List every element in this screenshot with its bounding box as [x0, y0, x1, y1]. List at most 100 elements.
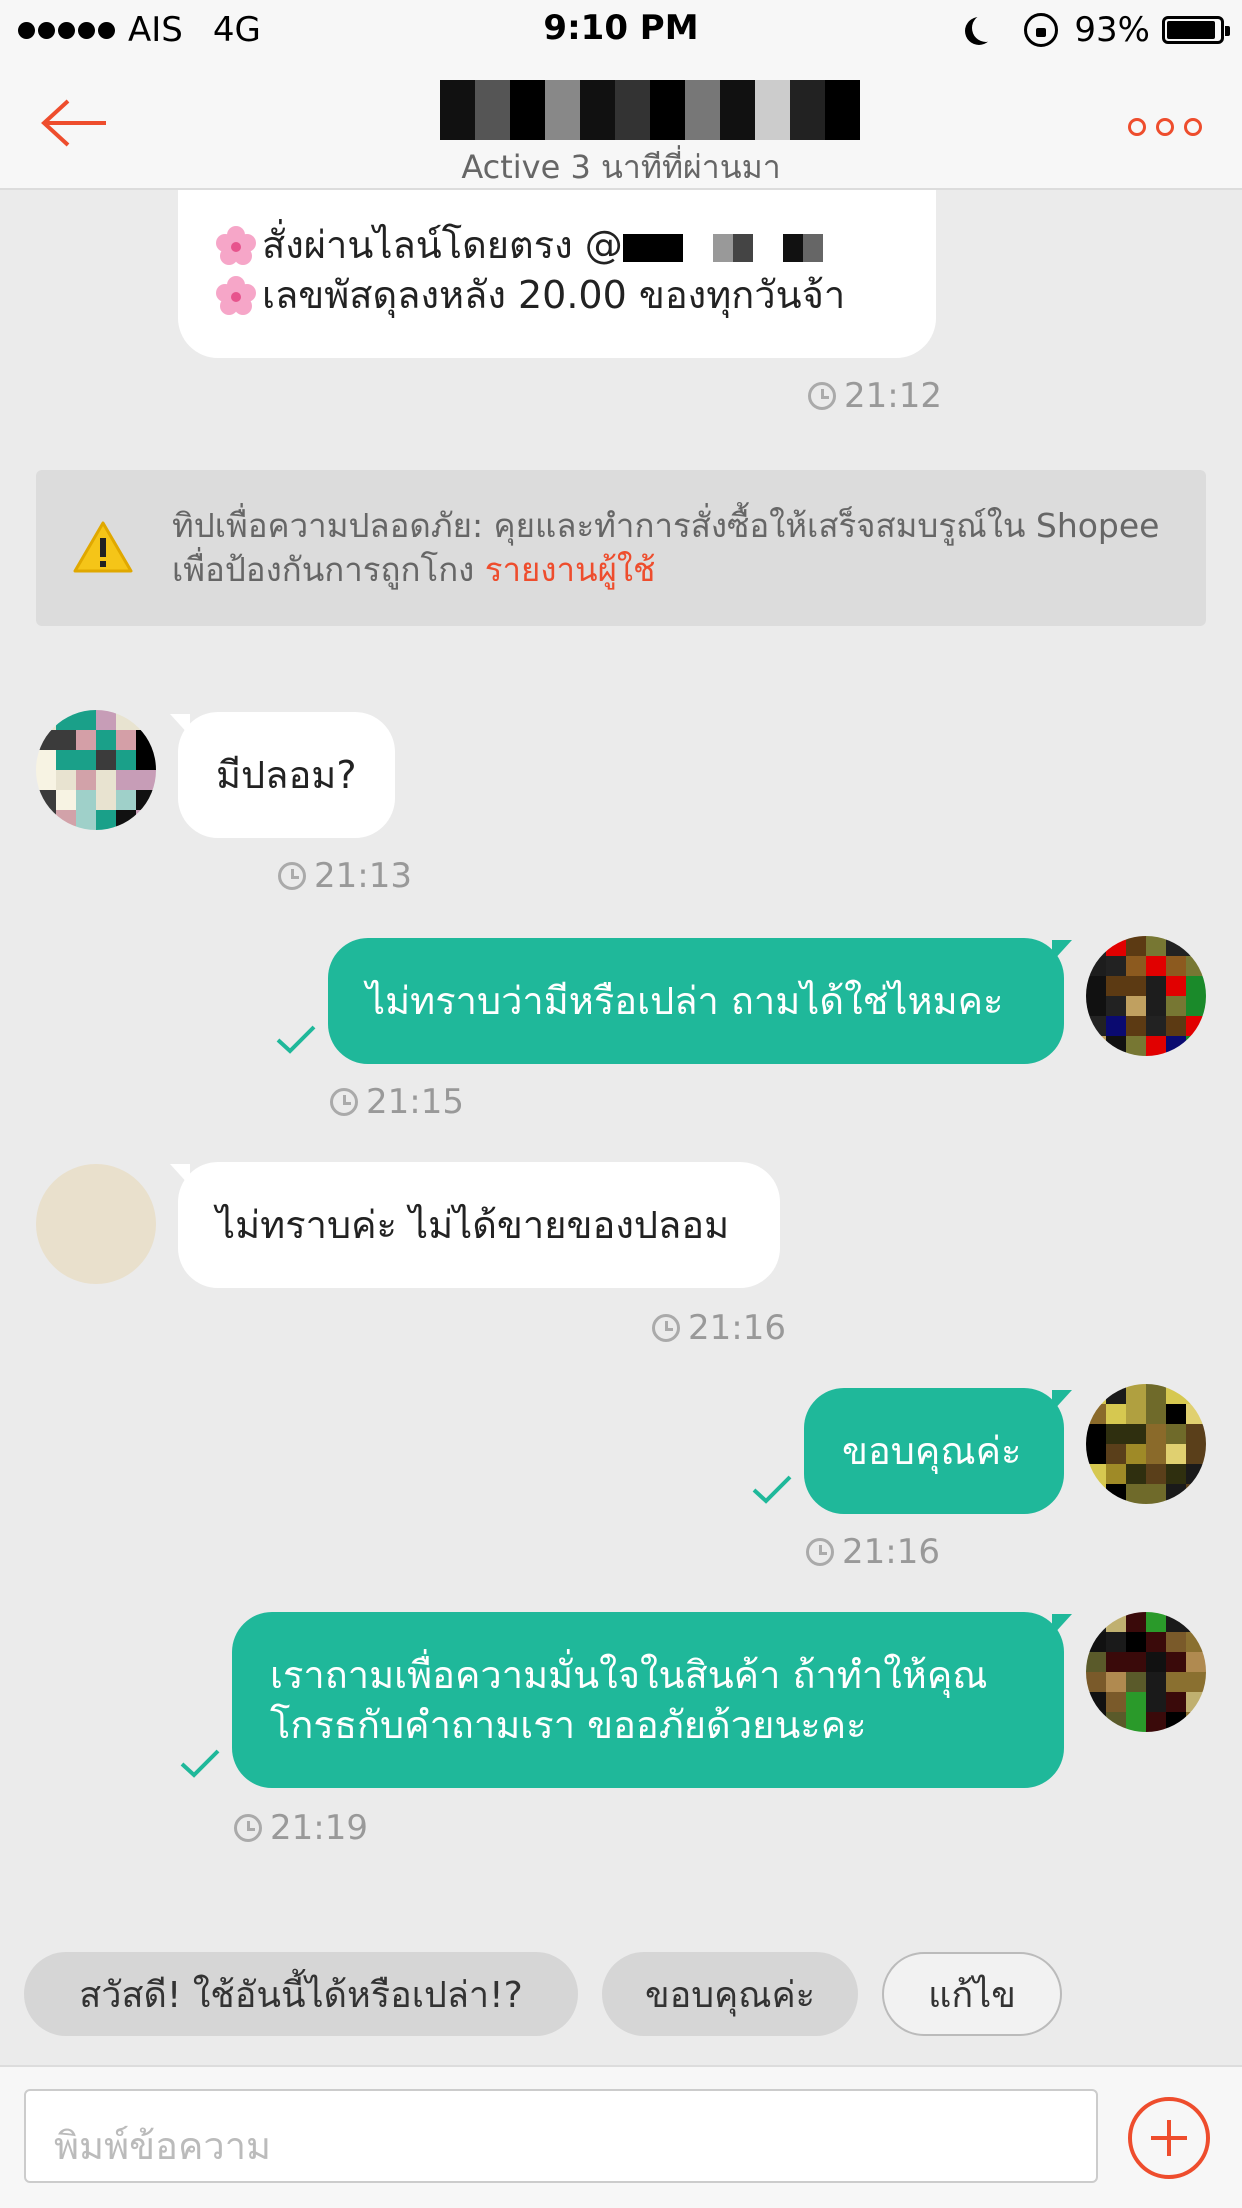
avatar-pixel	[1106, 1384, 1126, 1404]
avatar-pixel	[1186, 996, 1206, 1016]
avatar-pixel	[1166, 976, 1186, 996]
avatar-pixel	[1186, 1424, 1206, 1444]
avatar-pixel	[136, 1244, 156, 1264]
avatar-pixel	[1146, 1036, 1166, 1056]
avatar-pixel	[1166, 1404, 1186, 1424]
battery-icon	[1162, 16, 1230, 44]
avatar-pixel	[36, 1244, 56, 1264]
safety-tip: ทิปเพื่อความปลอดภัย: คุยและทำการสั่งซื้อ…	[36, 470, 1206, 626]
check-icon	[276, 1025, 316, 1054]
avatar-pixel	[36, 710, 56, 730]
avatar-pixel	[1186, 956, 1206, 976]
message-text: เลขพัสดุลงหลัง 20.00 ของทุกวันจ้า	[262, 273, 846, 317]
avatar-pixel	[1146, 936, 1166, 956]
avatar-pixel	[1146, 1672, 1166, 1692]
avatar-pixel	[1126, 996, 1146, 1016]
avatar-pixel	[1086, 1672, 1106, 1692]
quick-reply-thanks[interactable]: ขอบคุณค่ะ	[602, 1952, 858, 2036]
avatar-pixel	[1106, 1652, 1126, 1672]
avatar-pixel	[116, 790, 136, 810]
avatar-pixel	[1186, 1712, 1206, 1732]
avatar-pixel	[1166, 956, 1186, 976]
plus-icon[interactable]	[1128, 2097, 1210, 2179]
bubble-tail	[1052, 940, 1072, 962]
avatar-pixel	[56, 1164, 76, 1184]
message-bubble: เราถามเพื่อความมั่นใจในสินค้า ถ้าทำให้คุ…	[232, 1612, 1064, 1788]
avatar-pixel	[1086, 1712, 1106, 1732]
avatar-pixel	[76, 770, 96, 790]
avatar-pixel	[1166, 1384, 1186, 1404]
message-time: 21:13	[278, 856, 412, 896]
avatar	[1086, 1384, 1206, 1504]
avatar-pixel	[1106, 1632, 1126, 1652]
avatar-pixel	[1186, 1384, 1206, 1404]
avatar-pixel	[1126, 1612, 1146, 1632]
avatar-pixel	[1186, 1692, 1206, 1712]
avatar	[36, 710, 156, 830]
avatar-pixel	[1126, 1384, 1146, 1404]
avatar-pixel	[1146, 996, 1166, 1016]
avatar-pixel	[1166, 1016, 1186, 1036]
avatar-pixel	[36, 1164, 56, 1184]
avatar-pixel	[76, 750, 96, 770]
avatar-pixel	[1106, 936, 1126, 956]
avatar-pixel	[116, 770, 136, 790]
report-user-link[interactable]: รายงานผู้ใช้	[485, 550, 656, 589]
clock-icon	[808, 382, 836, 410]
message-input[interactable]: พิมพ์ข้อความ	[24, 2089, 1098, 2183]
avatar-pixel	[1086, 1632, 1106, 1652]
avatar-pixel	[1166, 1712, 1186, 1732]
avatar-pixel	[1186, 1632, 1206, 1652]
avatar-pixel	[1126, 1692, 1146, 1712]
redacted-line-id	[622, 234, 823, 262]
message-text: เราถามเพื่อความมั่นใจในสินค้า ถ้าทำให้คุ…	[270, 1653, 988, 1697]
avatar-pixel	[1126, 1672, 1146, 1692]
avatar-pixel	[56, 790, 76, 810]
message-bubble: ขอบคุณค่ะ	[804, 1388, 1064, 1514]
message-time: 21:19	[234, 1808, 368, 1848]
message-text: ขอบคุณค่ะ	[842, 1429, 1022, 1473]
more-icon[interactable]	[1118, 118, 1202, 136]
clock-icon	[806, 1538, 834, 1566]
message-bubble: ไม่ทราบค่ะ ไม่ได้ขายของปลอม	[178, 1162, 780, 1288]
quick-reply-greeting[interactable]: สวัสดี! ใช้อันนี้ได้หรือเปล่า!?	[24, 1952, 578, 2036]
avatar-pixel	[1186, 1464, 1206, 1484]
avatar-pixel	[96, 1224, 116, 1244]
back-arrow-icon[interactable]	[40, 98, 110, 148]
avatar-pixel	[1146, 1632, 1166, 1652]
avatar-pixel	[1166, 1672, 1186, 1692]
status-bar: AIS 4G 9:10 PM 93%	[0, 0, 1242, 60]
avatar-pixel	[1086, 1444, 1106, 1464]
avatar-pixel	[1146, 1384, 1166, 1404]
avatar-pixel	[1106, 1404, 1126, 1424]
avatar-pixel	[1146, 1652, 1166, 1672]
avatar-pixel	[36, 810, 56, 830]
message-text: มีปลอม?	[216, 753, 357, 797]
avatar-pixel	[1166, 1484, 1186, 1504]
avatar-pixel	[56, 730, 76, 750]
clock-icon	[652, 1314, 680, 1342]
avatar-pixel	[1166, 1036, 1186, 1056]
avatar-pixel	[1186, 1612, 1206, 1632]
avatar-pixel	[1126, 1036, 1146, 1056]
check-icon	[752, 1475, 792, 1504]
avatar-pixel	[1126, 1632, 1146, 1652]
contact-name-redacted	[440, 80, 860, 140]
clock-icon	[234, 1814, 262, 1842]
avatar-pixel	[96, 750, 116, 770]
avatar-pixel	[36, 1224, 56, 1244]
avatar-pixel	[1126, 1404, 1146, 1424]
avatar-pixel	[1086, 1464, 1106, 1484]
avatar-pixel	[1126, 936, 1146, 956]
avatar-pixel	[1146, 1404, 1166, 1424]
message-line: เลขพัสดุลงหลัง 20.00 ของทุกวันจ้า	[216, 270, 936, 320]
avatar-pixel	[1086, 1612, 1106, 1632]
avatar-pixel	[96, 1244, 116, 1264]
avatar-pixel	[1086, 956, 1106, 976]
avatar-pixel	[1126, 1652, 1146, 1672]
avatar-pixel	[1166, 1692, 1186, 1712]
warning-icon	[73, 521, 133, 573]
avatar-pixel	[1106, 1672, 1126, 1692]
message-text: โกรธกับคำถามเรา ขออภัยด้วยนะคะ	[270, 1703, 867, 1747]
quick-reply-edit-button[interactable]: แก้ไข	[882, 1952, 1062, 2036]
